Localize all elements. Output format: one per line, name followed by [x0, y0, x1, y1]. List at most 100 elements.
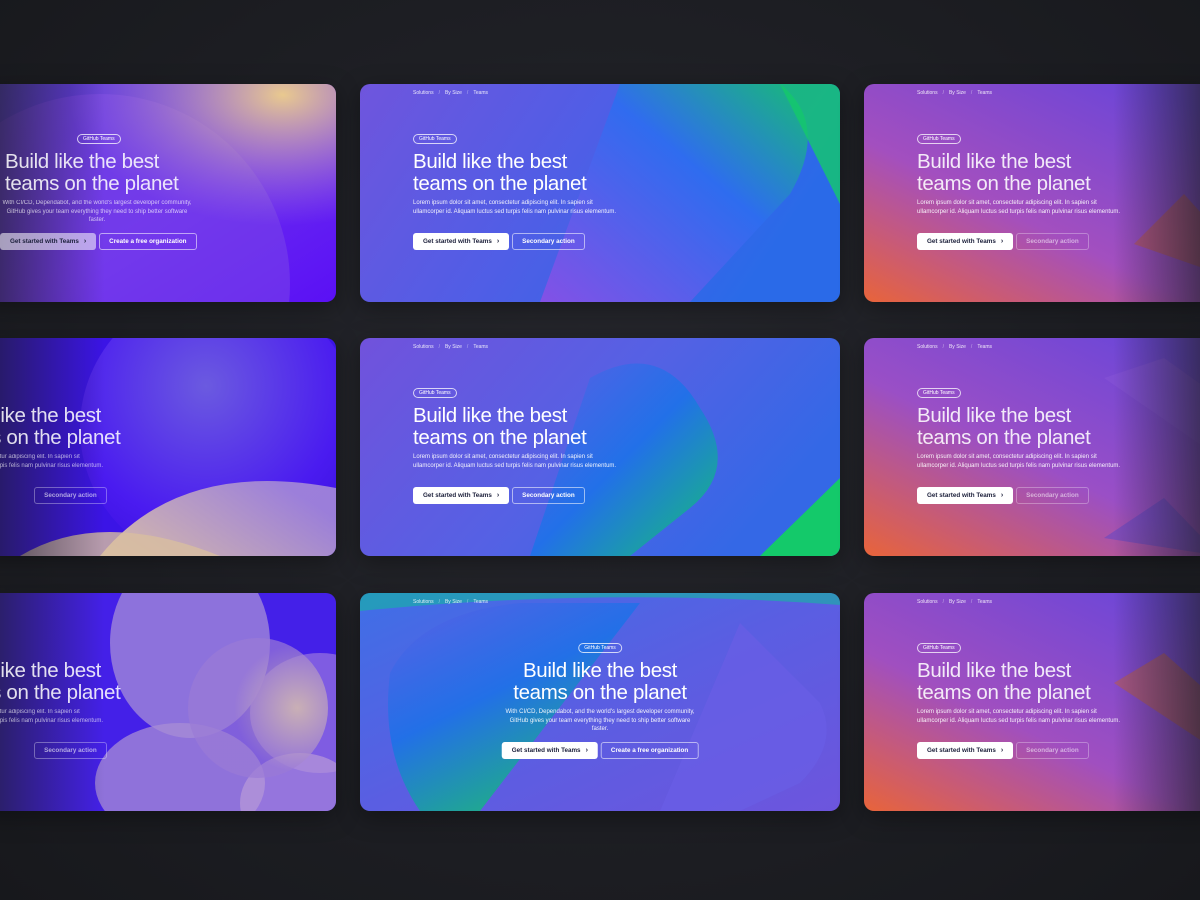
breadcrumb-item-by-size[interactable]: By Size [445, 599, 462, 605]
hero-buttons: Get started with Teams› Secondary action [917, 487, 1089, 504]
hero-description: Lorem ipsum dolor sit amet, consectetur … [413, 200, 617, 215]
hero-content: Solutions / By Size / Teams GitHub Teams Bui… [864, 593, 1200, 811]
hero-card-row1-center: Solutions / By Size / Teams GitHub Teams Bui… [360, 84, 840, 302]
get-started-button[interactable]: Get started with Teams › [0, 233, 97, 250]
hero-card-row3-center: Solutions / By Size / Teams GitHub Teams Bui… [360, 593, 840, 811]
hero-content: Solutions / By Size / Teams GitHub Teams Bui… [360, 338, 840, 556]
breadcrumb-item-solutions[interactable]: Solutions [917, 344, 938, 350]
product-pill: GitHub Teams [917, 388, 961, 398]
product-pill: GitHub Teams [77, 134, 121, 144]
breadcrumb-item-solutions[interactable]: Solutions [413, 599, 434, 605]
get-started-button[interactable]: Get started with Teams › [917, 487, 1014, 504]
breadcrumb-item-teams[interactable]: Teams [473, 90, 488, 96]
chevron-right-icon: › [496, 492, 500, 499]
hero-buttons: Get started with Teams› Secondary action [0, 742, 107, 759]
breadcrumb-item-teams[interactable]: Teams [473, 344, 488, 350]
secondary-action-button[interactable]: Secondary action [34, 742, 107, 759]
breadcrumb-item-solutions[interactable]: Solutions [413, 344, 434, 350]
product-pill: GitHub Teams [917, 134, 961, 144]
product-pill: GitHub Teams [413, 388, 457, 398]
hero-buttons: Get started with Teams› Secondary action [0, 487, 107, 504]
hero-description: With CI/CD, Dependabot, and the world's … [505, 709, 695, 732]
hero-buttons: Get started with Teams › Create a free or… [501, 742, 699, 759]
hero-content: Solutions / By Size / Teams GitHub Teams Bui… [864, 338, 1200, 556]
hero-heading: Build like the best teams on the planet [413, 150, 587, 195]
hero-description: Lorem ipsum dolor sit amet, consectetur … [413, 454, 617, 469]
breadcrumb-item-teams[interactable]: Teams [977, 344, 992, 350]
create-free-organization-button[interactable]: Create a free organization [600, 742, 699, 759]
hero-buttons: Get started with Teams› Secondary action [917, 742, 1089, 759]
create-free-organization-button[interactable]: Create a free organization [99, 233, 197, 250]
breadcrumb-item-by-size[interactable]: By Size [949, 90, 966, 96]
hero-content: Solutions / By Size / Teams GitHub Teams Bui… [360, 84, 840, 302]
hero-heading: Build like the best teams on the planet [917, 659, 1091, 704]
secondary-action-button[interactable]: Secondary action [512, 487, 585, 504]
secondary-action-button[interactable]: Secondary action [512, 233, 585, 250]
hero-description: Lorem ipsum dolor sit amet, consectetur … [917, 200, 1121, 215]
hero-content: Solutions / By Size / Teams GitHub Teams Bui… [864, 84, 1200, 302]
chevron-right-icon: › [1000, 747, 1004, 754]
hero-description: Lorem ipsum dolor sit amet, consectetur … [0, 709, 104, 724]
hero-card-row3-right: Solutions / By Size / Teams GitHub Teams Bui… [864, 593, 1200, 811]
secondary-action-button[interactable]: Secondary action [34, 487, 107, 504]
hero-heading: Build like the best teams on the planet [413, 404, 587, 449]
breadcrumb-item-teams[interactable]: Teams [473, 599, 488, 605]
hero-buttons: Get started with Teams› Secondary action [917, 233, 1089, 250]
hero-card-row1-right: Solutions / By Size / Teams GitHub Teams Bui… [864, 84, 1200, 302]
breadcrumb: Solutions / By Size / Teams [413, 90, 489, 96]
hero-description: With CI/CD, Dependabot, and the world's … [2, 200, 192, 223]
breadcrumb-item-solutions[interactable]: Solutions [413, 90, 434, 96]
chevron-right-icon: › [1000, 492, 1004, 499]
hero-heading: Build like the best teams on the planet [513, 659, 687, 704]
breadcrumb-item-teams[interactable]: Teams [977, 599, 992, 605]
secondary-action-button[interactable]: Secondary action [1016, 742, 1089, 759]
breadcrumb-item-teams[interactable]: Teams [977, 90, 992, 96]
breadcrumb-item-by-size[interactable]: By Size [949, 344, 966, 350]
product-pill: GitHub Teams [917, 643, 961, 653]
chevron-right-icon: › [19, 747, 21, 754]
hero-heading: Build like the best teams on the planet [0, 659, 121, 704]
breadcrumb: Solutions / By Size / Teams [917, 90, 993, 96]
get-started-button[interactable]: Get started with Teams › [917, 233, 1014, 250]
hero-buttons: Get started with Teams› Secondary action [413, 487, 585, 504]
breadcrumb: Solutions / By Size / Teams [917, 599, 993, 605]
chevron-right-icon: › [1000, 238, 1004, 245]
breadcrumb: Solutions / By Size / Teams [413, 344, 489, 350]
secondary-action-button[interactable]: Secondary action [1016, 487, 1089, 504]
breadcrumb-item-by-size[interactable]: By Size [949, 599, 966, 605]
chevron-right-icon: › [496, 238, 500, 245]
hero-buttons: Get started with Teams› Secondary action [413, 233, 585, 250]
hero-content: GitHub Teams Build like the best teams o… [0, 84, 336, 302]
hero-card-row2-left: Build like the best teams on the planet … [0, 338, 336, 556]
hero-description: Lorem ipsum dolor sit amet, consectetur … [917, 709, 1121, 724]
hero-card-row2-center: Solutions / By Size / Teams GitHub Teams Bui… [360, 338, 840, 556]
get-started-button[interactable]: Get started with Teams › [917, 742, 1014, 759]
hero-card-row3-left: Build like the best teams on the planet … [0, 593, 336, 811]
breadcrumb-item-by-size[interactable]: By Size [445, 90, 462, 96]
hero-card-row1-left: GitHub Teams Build like the best teams o… [0, 84, 336, 302]
chevron-right-icon: › [83, 238, 87, 245]
breadcrumb-item-by-size[interactable]: By Size [445, 344, 462, 350]
hero-content: Build like the best teams on the planet … [0, 593, 336, 811]
get-started-button[interactable]: Get started with Teams › [413, 233, 510, 250]
hero-heading: Build like the best teams on the planet [5, 150, 179, 195]
chevron-right-icon: › [585, 747, 588, 754]
hero-content: Solutions / By Size / Teams GitHub Teams Bui… [360, 593, 840, 811]
get-started-button[interactable]: Get started with Teams › [413, 487, 510, 504]
hero-content: Build like the best teams on the planet … [0, 338, 336, 556]
breadcrumb: Solutions / By Size / Teams [413, 599, 489, 605]
hero-heading: Build like the best teams on the planet [0, 404, 121, 449]
secondary-action-button[interactable]: Secondary action [1016, 233, 1089, 250]
chevron-right-icon: › [19, 492, 21, 499]
breadcrumb-item-solutions[interactable]: Solutions [917, 599, 938, 605]
product-pill: GitHub Teams [413, 134, 457, 144]
get-started-button[interactable]: Get started with Teams › [501, 742, 598, 759]
product-pill: GitHub Teams [578, 643, 622, 653]
hero-buttons: Get started with Teams › Create a free or… [0, 233, 197, 250]
hero-description: Lorem ipsum dolor sit amet, consectetur … [917, 454, 1121, 469]
hero-heading: Build like the best teams on the planet [917, 150, 1091, 195]
breadcrumb-item-solutions[interactable]: Solutions [917, 90, 938, 96]
hero-heading: Build like the best teams on the planet [917, 404, 1091, 449]
hero-description: Lorem ipsum dolor sit amet, consectetur … [0, 454, 104, 469]
breadcrumb: Solutions / By Size / Teams [917, 344, 993, 350]
